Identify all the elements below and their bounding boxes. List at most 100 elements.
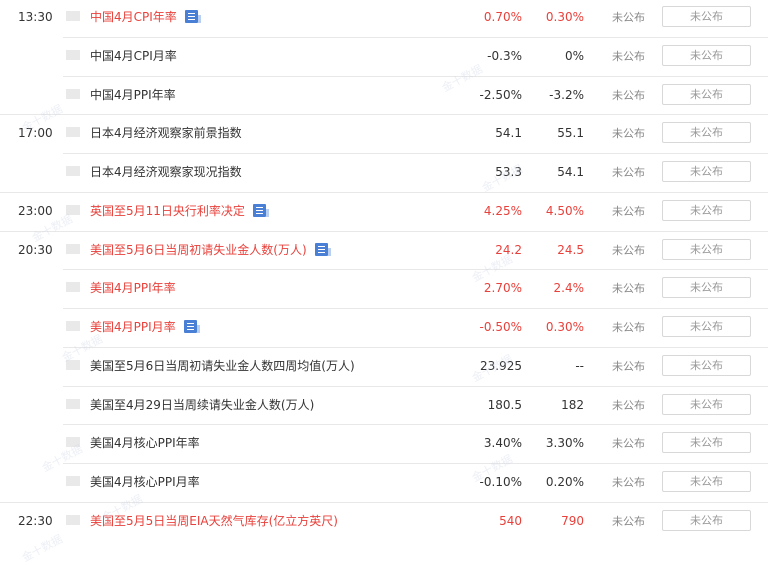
forecast-value: 4.50% bbox=[545, 203, 584, 218]
table-row: 13:30 中国4月CPI年率 0.70% 0.30% 未公布 未公布 bbox=[0, 0, 768, 37]
release-time bbox=[18, 76, 58, 115]
published-value: 未公布 bbox=[612, 243, 645, 257]
release-time bbox=[18, 347, 58, 386]
indicator-name[interactable]: 中国4月CPI月率 bbox=[90, 37, 177, 76]
unpublished-button[interactable]: 未公布 bbox=[662, 44, 751, 66]
published-value: 未公布 bbox=[612, 88, 645, 102]
unpublished-button[interactable]: 未公布 bbox=[662, 277, 751, 299]
release-time bbox=[18, 386, 58, 425]
table-row: 日本4月经济观察家现况指数 53.3 54.1 未公布 未公布 bbox=[0, 153, 768, 192]
unpublished-button[interactable]: 未公布 bbox=[662, 432, 751, 454]
forecast-value: 0.20% bbox=[545, 475, 584, 489]
indicator-label: 美国至5月6日当周初请失业金人数(万人) bbox=[90, 242, 307, 257]
indicator-name[interactable]: 日本4月经济观察家现况指数 bbox=[90, 153, 242, 192]
published-value: 未公布 bbox=[612, 476, 645, 489]
published-value: 未公布 bbox=[612, 359, 645, 373]
table-row: 20:30 美国至5月6日当周初请失业金人数(万人) 24.2 24.5 未公布 未公布 bbox=[0, 230, 768, 270]
unpublished-button[interactable]: 未公布 bbox=[662, 238, 751, 260]
forecast-value: 790 bbox=[561, 513, 584, 528]
forecast-value: 182 bbox=[561, 397, 584, 412]
forecast-value: 0.30% bbox=[545, 10, 584, 24]
unpublished-button[interactable]: 未公布 bbox=[662, 6, 751, 27]
published-value: 未公布 bbox=[612, 514, 645, 528]
indicator-label: 美国4月PPI月率 bbox=[90, 320, 176, 334]
release-time bbox=[18, 424, 58, 463]
country-flag-icon bbox=[66, 437, 80, 448]
unpublished-button[interactable]: 未公布 bbox=[662, 509, 751, 531]
country-flag-icon bbox=[66, 204, 80, 215]
unpublished-button[interactable]: 未公布 bbox=[662, 161, 751, 182]
published-value: 未公布 bbox=[612, 204, 645, 218]
release-time: 20:30 bbox=[18, 242, 53, 257]
release-time: 23:00 bbox=[18, 203, 53, 218]
release-time bbox=[18, 269, 58, 308]
unpublished-button[interactable]: 未公布 bbox=[662, 83, 751, 105]
country-flag-icon bbox=[66, 321, 80, 331]
country-flag-icon bbox=[66, 398, 80, 409]
unpublished-button[interactable]: 未公布 bbox=[662, 354, 751, 376]
indicator-name[interactable]: 中国4月CPI年率 bbox=[90, 0, 201, 37]
country-flag-icon bbox=[66, 49, 80, 60]
indicator-label: 中国4月CPI年率 bbox=[90, 10, 177, 24]
report-doc-icon[interactable] bbox=[252, 203, 269, 217]
table-row: 中国4月CPI月率 -0.3% 0% 未公布 未公布 bbox=[0, 36, 768, 76]
country-flag-icon bbox=[66, 243, 80, 254]
country-flag-icon bbox=[66, 282, 80, 293]
table-row: 美国4月PPI年率 2.70% 2.4% 未公布 未公布 bbox=[0, 269, 768, 308]
indicator-name[interactable]: 美国至5月6日当周初请失业金人数(万人) bbox=[90, 231, 331, 270]
unpublished-button[interactable]: 未公布 bbox=[662, 199, 751, 221]
table-row: 22:30 美国至5月5日当周EIA天然气库存(亿立方英尺) 540 790 未公布 未公… bbox=[0, 501, 768, 541]
table-row: 美国4月核心PPI年率 3.40% 3.30% 未公布 未公布 bbox=[0, 424, 768, 463]
indicator-label: 中国4月CPI月率 bbox=[90, 48, 177, 63]
indicator-name[interactable]: 美国4月核心PPI年率 bbox=[90, 424, 200, 463]
country-flag-icon bbox=[66, 88, 80, 99]
unpublished-button[interactable]: 未公布 bbox=[662, 122, 751, 144]
indicator-label: 美国4月核心PPI月率 bbox=[90, 475, 200, 489]
indicator-name[interactable]: 美国4月PPI年率 bbox=[90, 269, 176, 308]
report-doc-icon[interactable] bbox=[314, 242, 331, 256]
indicator-label: 日本4月经济观察家现况指数 bbox=[90, 165, 242, 179]
indicator-label: 美国至5月5日当周EIA天然气库存(亿立方英尺) bbox=[90, 513, 338, 528]
indicator-name[interactable]: 英国至5月11日央行利率决定 bbox=[90, 192, 269, 231]
forecast-value: 54.1 bbox=[557, 165, 584, 179]
country-flag-icon bbox=[66, 127, 80, 138]
release-time bbox=[18, 153, 58, 192]
indicator-name[interactable]: 中国4月PPI年率 bbox=[90, 76, 176, 115]
indicator-name[interactable]: 美国至5月6日当周初请失业金人数四周均值(万人) bbox=[90, 347, 355, 386]
table-row: 美国4月核心PPI月率 -0.10% 0.20% 未公布 未公布 bbox=[0, 463, 768, 502]
forecast-value: -- bbox=[575, 358, 584, 373]
table-row: 美国4月PPI月率 -0.50% 0.30% 未公布 未公布 bbox=[0, 308, 768, 347]
indicator-name[interactable]: 美国至5月5日当周EIA天然气库存(亿立方英尺) bbox=[90, 502, 338, 541]
indicator-name[interactable]: 美国4月核心PPI月率 bbox=[90, 463, 200, 502]
country-flag-icon bbox=[66, 514, 80, 525]
indicator-name[interactable]: 美国至4月29日当周续请失业金人数(万人) bbox=[90, 386, 314, 425]
indicator-name[interactable]: 日本4月经济观察家前景指数 bbox=[90, 114, 242, 153]
published-value: 未公布 bbox=[612, 398, 645, 412]
release-time bbox=[18, 37, 58, 76]
unpublished-button[interactable]: 未公布 bbox=[662, 316, 751, 337]
forecast-value: 24.5 bbox=[557, 242, 584, 257]
report-doc-icon[interactable] bbox=[183, 320, 200, 333]
indicator-name[interactable]: 美国4月PPI月率 bbox=[90, 308, 200, 347]
table-row: 美国至4月29日当周续请失业金人数(万人) 180.5 182 未公布 未公布 bbox=[0, 385, 768, 425]
published-value: 未公布 bbox=[612, 282, 645, 296]
unpublished-button[interactable]: 未公布 bbox=[662, 393, 751, 415]
forecast-value: 3.30% bbox=[545, 436, 584, 451]
release-time bbox=[18, 463, 58, 502]
report-doc-icon[interactable] bbox=[184, 10, 201, 23]
table-row: 23:00 英国至5月11日央行利率决定 4.25% 4.50% 未公布 未公布 bbox=[0, 191, 768, 231]
unpublished-button[interactable]: 未公布 bbox=[662, 471, 751, 492]
indicator-label: 美国至5月6日当周初请失业金人数四周均值(万人) bbox=[90, 358, 355, 373]
forecast-value: -3.2% bbox=[549, 87, 584, 102]
indicator-label: 英国至5月11日央行利率决定 bbox=[90, 203, 245, 218]
country-flag-icon bbox=[66, 166, 80, 176]
forecast-value: 0.30% bbox=[545, 320, 584, 334]
forecast-value: 2.4% bbox=[553, 281, 585, 296]
country-flag-icon bbox=[66, 359, 80, 370]
published-value: 未公布 bbox=[612, 166, 645, 179]
published-value: 未公布 bbox=[612, 127, 645, 141]
forecast-value: 0% bbox=[564, 48, 584, 63]
release-time bbox=[18, 308, 58, 347]
published-value: 未公布 bbox=[612, 437, 645, 451]
release-time: 22:30 bbox=[18, 513, 53, 528]
